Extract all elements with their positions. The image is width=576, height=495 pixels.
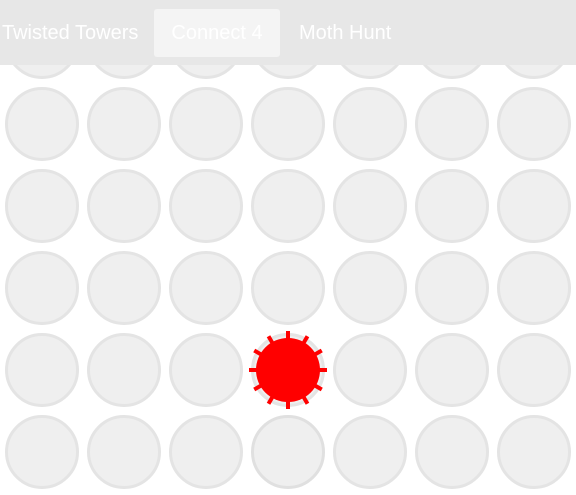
board-cell[interactable] — [251, 169, 325, 243]
board-cell[interactable] — [169, 415, 243, 489]
nav-tab-twisted-towers[interactable]: Twisted Towers — [2, 9, 138, 57]
nav-tab-moth-hunt[interactable]: Moth Hunt — [299, 9, 391, 57]
connect4-page: Twisted Towers Connect 4 Moth Hunt — [0, 0, 576, 495]
board-cell[interactable] — [497, 333, 571, 407]
board-cell[interactable] — [415, 169, 489, 243]
board-cell[interactable] — [5, 169, 79, 243]
board-cell[interactable] — [87, 333, 161, 407]
board-cell[interactable] — [169, 169, 243, 243]
board-cell[interactable] — [415, 333, 489, 407]
board-cell[interactable] — [251, 87, 325, 161]
board-cell[interactable] — [5, 333, 79, 407]
board-cell[interactable] — [5, 415, 79, 489]
board-cell[interactable] — [87, 415, 161, 489]
board-cell[interactable] — [169, 333, 243, 407]
board-cell[interactable] — [251, 415, 325, 489]
board-cell[interactable] — [5, 251, 79, 325]
piece-disc — [256, 338, 320, 402]
board-cell[interactable] — [415, 415, 489, 489]
nav-tab-connect-4[interactable]: Connect 4 — [154, 9, 280, 57]
board-cell[interactable] — [87, 87, 161, 161]
board-cell[interactable] — [5, 87, 79, 161]
piece-spike — [301, 395, 310, 405]
piece-spike — [253, 348, 263, 357]
board-cell[interactable] — [87, 251, 161, 325]
board-cell[interactable] — [415, 87, 489, 161]
piece-spike — [313, 383, 323, 392]
piece-spike — [313, 348, 323, 357]
board-cell[interactable] — [169, 251, 243, 325]
piece-spike — [253, 383, 263, 392]
piece-spike — [266, 395, 275, 405]
board-cell[interactable] — [497, 415, 571, 489]
board-cell[interactable] — [497, 87, 571, 161]
board-cell[interactable] — [333, 251, 407, 325]
board-cell[interactable] — [497, 251, 571, 325]
board-cell[interactable] — [333, 169, 407, 243]
board-cell[interactable] — [251, 251, 325, 325]
game-board[interactable] — [0, 0, 576, 495]
board-cell[interactable] — [169, 87, 243, 161]
piece-spike — [266, 335, 275, 345]
red-game-piece — [249, 331, 327, 409]
piece-spike — [301, 335, 310, 345]
board-cell[interactable] — [415, 251, 489, 325]
board-cell[interactable] — [497, 169, 571, 243]
board-cell[interactable] — [333, 415, 407, 489]
board-cell[interactable] — [87, 169, 161, 243]
game-nav-bar: Twisted Towers Connect 4 Moth Hunt — [0, 0, 576, 65]
board-cell[interactable] — [333, 87, 407, 161]
board-cell[interactable] — [333, 333, 407, 407]
